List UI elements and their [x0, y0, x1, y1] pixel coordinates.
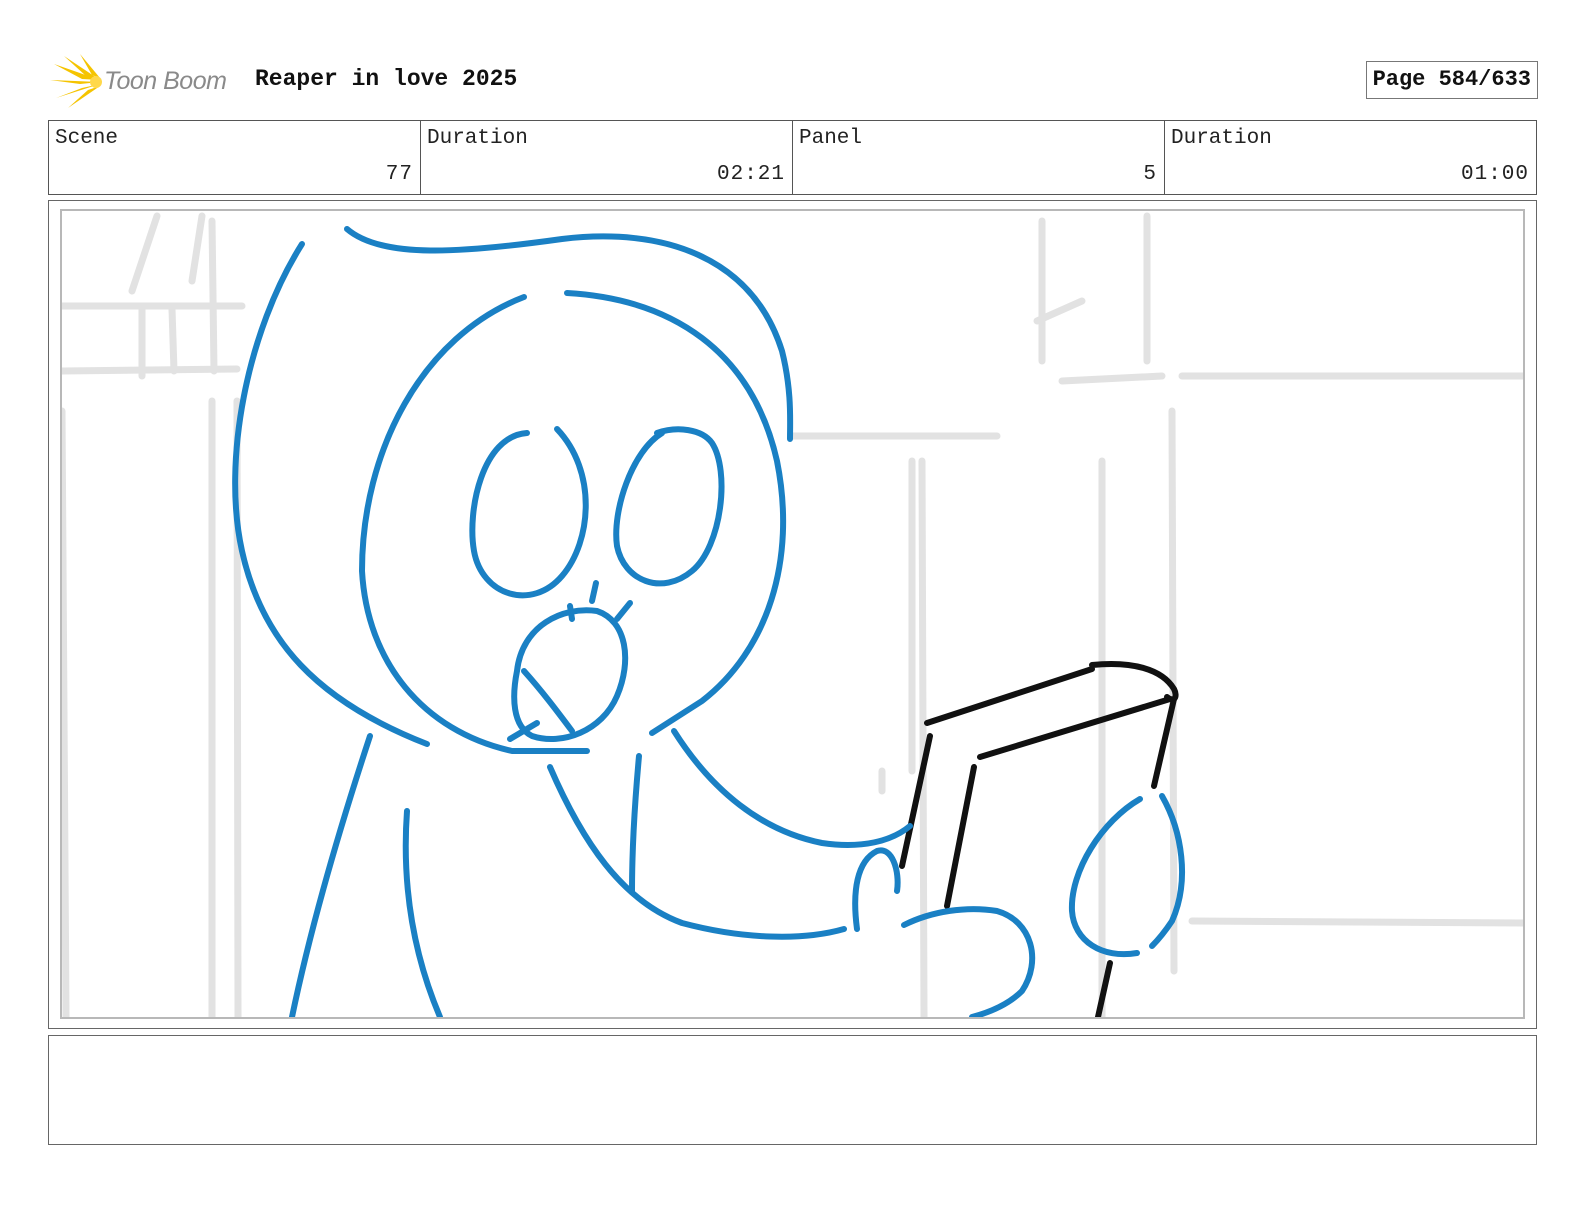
panel-notes-box [48, 1035, 1537, 1145]
phone-prop [899, 661, 1179, 1017]
panel-value: 5 [1143, 163, 1157, 186]
logo-wordmark: Toon Boom [104, 67, 227, 95]
background-sketch [62, 212, 1523, 1017]
scene-duration-value: 02:21 [716, 163, 785, 186]
panel-duration-value: 01:00 [1460, 163, 1529, 186]
panel-cell: Panel 5 [793, 121, 1165, 194]
project-title: Reaper in love 2025 [255, 66, 518, 92]
scene-value: 77 [385, 163, 413, 186]
page-header: Toon Boom Reaper in love 2025 Page 584/6… [50, 54, 1538, 110]
scene-duration-label: Duration [427, 127, 528, 150]
page-number: Page 584/633 [1365, 61, 1538, 99]
storyboard-panel [48, 200, 1537, 1029]
panel-duration-label: Duration [1171, 127, 1272, 150]
panel-sketch [62, 212, 1523, 1017]
panel-drawing-area [60, 209, 1525, 1019]
starburst-icon [50, 54, 102, 108]
scene-label: Scene [55, 127, 119, 150]
scene-info-row: Scene 77 Duration 02:21 Panel 5 Duration… [48, 120, 1537, 195]
scene-cell: Scene 77 [49, 121, 421, 194]
toon-boom-logo: Toon Boom [50, 54, 250, 110]
panel-label: Panel [799, 127, 863, 150]
scene-duration-cell: Duration 02:21 [421, 121, 793, 194]
panel-duration-cell: Duration 01:00 [1165, 121, 1536, 194]
